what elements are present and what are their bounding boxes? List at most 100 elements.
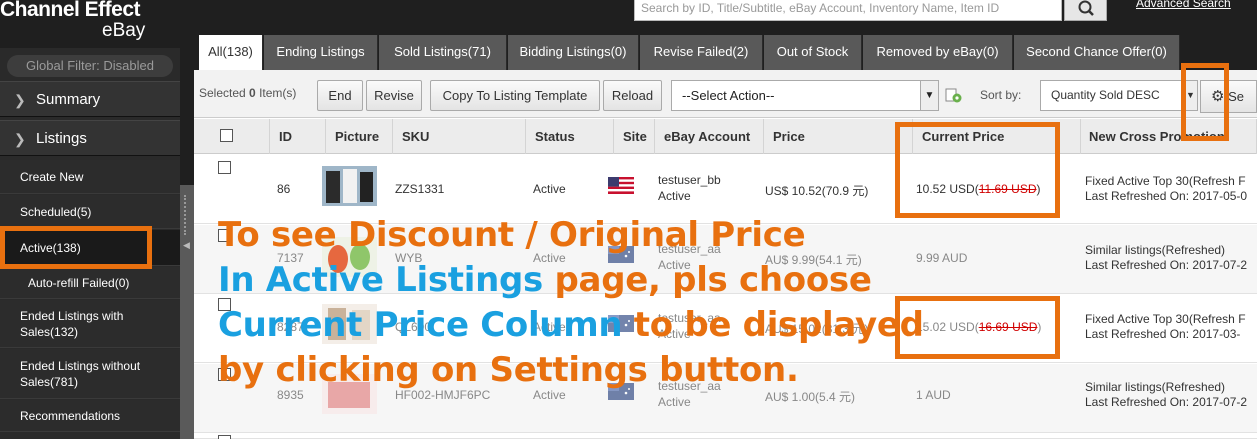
collapse-arrow-icon[interactable]: ◀ bbox=[183, 240, 190, 251]
column-header-ebay-account[interactable]: eBay Account bbox=[656, 119, 764, 154]
tab-removed-by-ebay[interactable]: Removed by eBay(0) bbox=[863, 35, 1013, 70]
instruction-line-4b: Settings button. bbox=[489, 350, 799, 390]
row-current-price: 1 AUD bbox=[916, 388, 951, 402]
row-promotion-refreshed: Last Refreshed On: 2017-07-2 bbox=[1085, 258, 1248, 272]
logo: Channel Effect eBay bbox=[0, 0, 180, 48]
sidebar-item-create-new[interactable]: Create New bbox=[0, 160, 180, 194]
tab-label: Removed by eBay(0) bbox=[876, 44, 999, 59]
row-promotion: Similar listings(Refreshed) bbox=[1085, 380, 1226, 394]
select-all-checkbox[interactable] bbox=[220, 129, 233, 142]
tab-sold-listings[interactable]: Sold Listings(71) bbox=[379, 35, 507, 70]
sidebar-item-label: Ended Listings with Sales(132) bbox=[20, 308, 124, 339]
sidebar-section-label: Summary bbox=[36, 91, 101, 108]
tab-label: Second Chance Offer(0) bbox=[1026, 44, 1167, 59]
row-checkbox[interactable] bbox=[218, 161, 231, 174]
tab-label: All(138) bbox=[208, 44, 253, 59]
selected-prefix: Selected bbox=[199, 86, 250, 100]
sidebar-item-label: Auto-refill Failed(0) bbox=[28, 275, 130, 290]
tab-out-of-stock[interactable]: Out of Stock bbox=[764, 35, 862, 70]
row-promotion-refreshed: Last Refreshed On: 2017-03- bbox=[1085, 327, 1241, 341]
row-status: Active bbox=[533, 182, 566, 196]
selected-suffix: Item(s) bbox=[255, 86, 297, 100]
sort-select-value: Quantity Sold DESC bbox=[1051, 88, 1160, 102]
table-header: ID Picture SKU Status Site eBay Account … bbox=[194, 119, 1257, 154]
instruction-line-3b: to be displayed bbox=[622, 305, 924, 345]
sidebar-item-label: Recommendations bbox=[20, 408, 121, 423]
chevron-right-icon: ❯ bbox=[14, 92, 26, 108]
sidebar-item-auto-refill-failed[interactable]: Auto-refill Failed(0) bbox=[0, 267, 180, 299]
row-id: 86 bbox=[277, 182, 291, 196]
tab-label: Bidding Listings(0) bbox=[519, 44, 627, 59]
table-row[interactable] bbox=[194, 434, 1257, 439]
column-header-picture[interactable]: Picture bbox=[327, 119, 393, 154]
instruction-line-4a: by clicking on bbox=[218, 350, 490, 390]
sort-select[interactable]: Quantity Sold DESC ▼ bbox=[1040, 80, 1198, 111]
instruction-line-3: Current Price Column to be displayed bbox=[218, 303, 924, 348]
toolbar: Selected 0 Item(s) End Revise Copy To Li… bbox=[194, 70, 1257, 118]
row-account-status: Active bbox=[658, 189, 691, 203]
chevron-right-icon: ❯ bbox=[14, 131, 26, 147]
search-button[interactable] bbox=[1064, 0, 1107, 21]
reload-button[interactable]: Reload bbox=[603, 80, 662, 111]
tab-revise-failed[interactable]: Revise Failed(2) bbox=[640, 35, 763, 70]
drag-handle[interactable] bbox=[184, 195, 190, 235]
sidebar-item-scheduled[interactable]: Scheduled(5) bbox=[0, 195, 180, 229]
revise-button[interactable]: Revise bbox=[366, 80, 422, 111]
highlight-settings-button bbox=[1181, 63, 1229, 141]
selected-count: Selected 0 Item(s) bbox=[199, 86, 296, 100]
sidebar-item-ended-with-sales[interactable]: Ended Listings with Sales(132) bbox=[0, 300, 180, 348]
chevron-down-icon: ▼ bbox=[920, 81, 938, 110]
sidebar-item-recommendations[interactable]: Recommendations bbox=[0, 400, 180, 432]
sidebar-splitter[interactable]: ◀ bbox=[180, 185, 194, 439]
product-thumbnail[interactable] bbox=[322, 166, 377, 206]
logo-title: Channel Effect bbox=[0, 0, 141, 21]
tab-all[interactable]: All(138) bbox=[199, 35, 263, 70]
action-select[interactable]: --Select Action-- ▼ bbox=[671, 80, 939, 111]
row-promotion-refreshed: Last Refreshed On: 2017-07-2 bbox=[1085, 395, 1248, 409]
row-account-status: Active bbox=[658, 395, 691, 409]
column-header-status[interactable]: Status bbox=[527, 119, 614, 154]
tab-label: Out of Stock bbox=[776, 44, 849, 59]
row-promotion: Fixed Active Top 30(Refresh F bbox=[1085, 174, 1246, 188]
search-icon bbox=[1078, 0, 1094, 16]
instruction-overlay: To see Discount / Original Price In Acti… bbox=[218, 213, 924, 393]
sidebar-item-label: Create New bbox=[20, 169, 84, 184]
search-input[interactable]: Search by ID, Title/Subtitle, eBay Accou… bbox=[634, 0, 1062, 21]
row-promotion-refreshed: Last Refreshed On: 2017-05-0 bbox=[1085, 189, 1248, 203]
column-header-site[interactable]: Site bbox=[615, 119, 655, 154]
tab-ending-listings[interactable]: Ending Listings bbox=[264, 35, 378, 70]
sidebar-item-label: Scheduled(5) bbox=[20, 204, 92, 219]
sidebar-section-summary[interactable]: ❯ Summary bbox=[0, 81, 180, 117]
tab-label: Revise Failed(2) bbox=[653, 44, 749, 59]
refresh-settings-icon[interactable] bbox=[945, 88, 963, 104]
sidebar-section-listings[interactable]: ❯ Listings bbox=[0, 120, 180, 156]
end-button[interactable]: End bbox=[317, 80, 363, 111]
selected-number: 0 bbox=[249, 86, 256, 100]
row-promotion: Fixed Active Top 30(Refresh F bbox=[1085, 312, 1246, 326]
instruction-line-1: To see Discount / Original Price bbox=[218, 215, 806, 255]
row-sku: ZZS1331 bbox=[395, 182, 445, 196]
row-checkbox[interactable] bbox=[218, 435, 231, 439]
sidebar-item-ended-without-sales[interactable]: Ended Listings without Sales(781) bbox=[0, 349, 180, 399]
column-header-id[interactable]: ID bbox=[271, 119, 326, 154]
logo-subtitle: eBay bbox=[102, 20, 146, 41]
column-header-cross-promotion[interactable]: New Cross Promotion bbox=[1081, 119, 1257, 154]
top-bar: Search by ID, Title/Subtitle, eBay Accou… bbox=[0, 0, 1257, 30]
row-current-price: 9.99 AUD bbox=[916, 251, 968, 265]
advanced-search-link[interactable]: Advanced Search bbox=[1136, 0, 1231, 10]
sort-by-label: Sort by: bbox=[980, 88, 1022, 102]
tab-second-chance-offer[interactable]: Second Chance Offer(0) bbox=[1014, 35, 1180, 70]
action-select-value: --Select Action-- bbox=[682, 88, 775, 103]
instruction-line-2a: In Active Listings bbox=[218, 260, 543, 300]
instruction-line-2b: page, pls choose bbox=[542, 260, 872, 300]
tab-bar: All(138) Ending Listings Sold Listings(7… bbox=[194, 30, 1257, 70]
row-account[interactable]: testuser_bb bbox=[658, 173, 721, 187]
column-header-price[interactable]: Price bbox=[765, 119, 913, 154]
instruction-line-2: In Active Listings page, pls choose bbox=[218, 258, 918, 303]
column-header-sku[interactable]: SKU bbox=[394, 119, 526, 154]
highlight-active-item bbox=[0, 226, 152, 269]
copy-to-template-button[interactable]: Copy To Listing Template bbox=[430, 80, 600, 111]
select-all-column bbox=[194, 119, 270, 154]
tab-bidding-listings[interactable]: Bidding Listings(0) bbox=[508, 35, 639, 70]
global-filter-badge[interactable]: Global Filter: Disabled bbox=[7, 55, 173, 77]
